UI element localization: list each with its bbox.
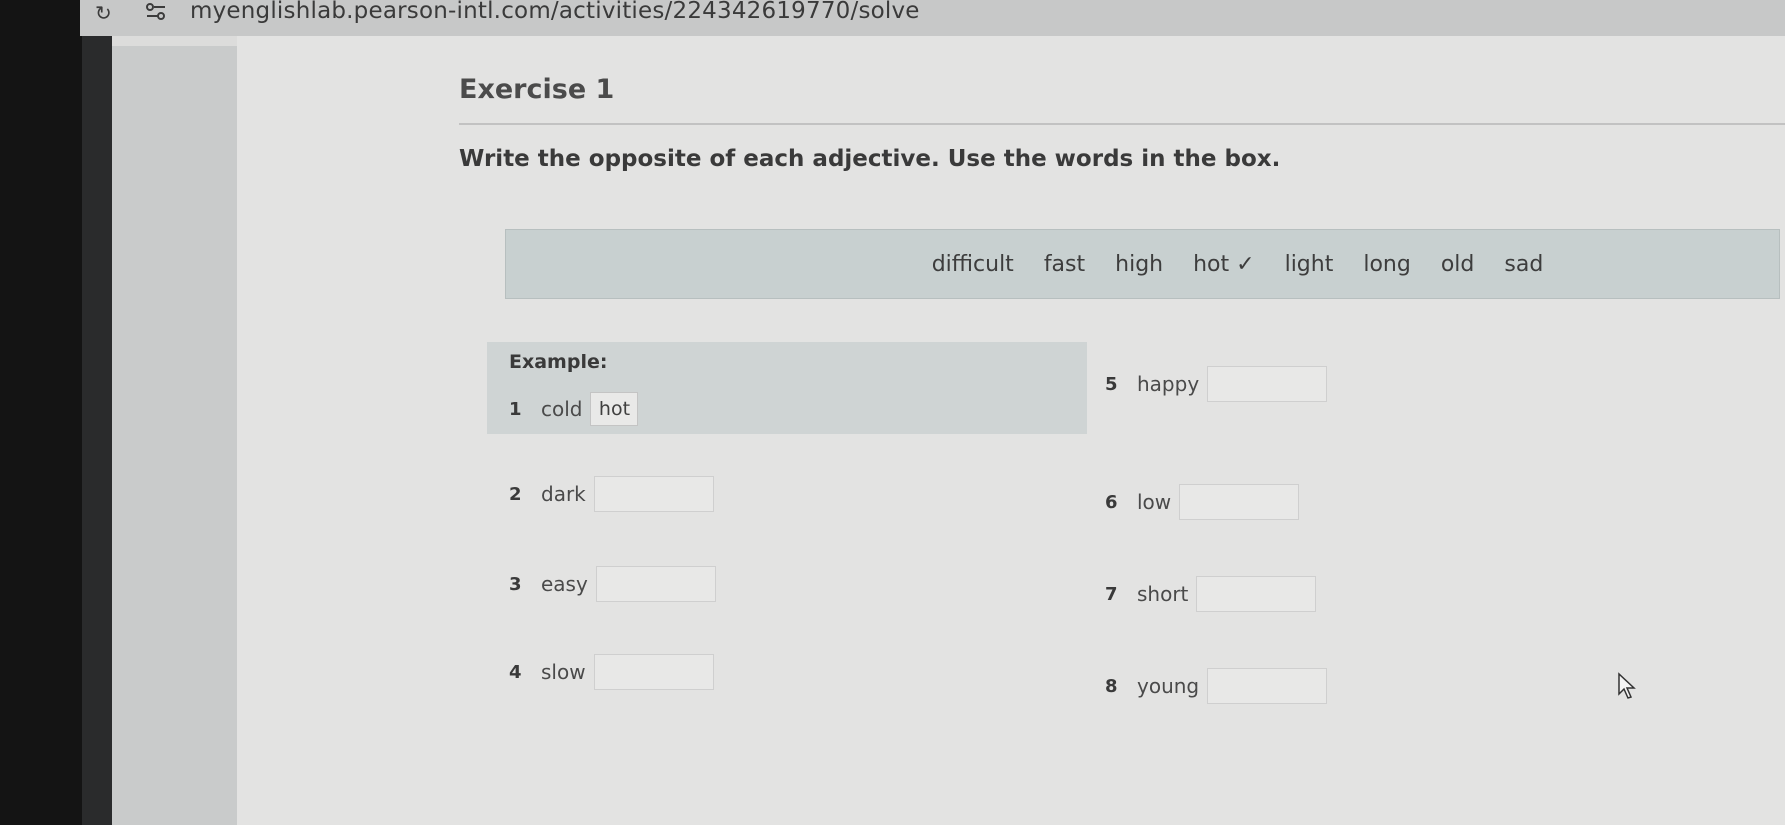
example-answer: hot — [590, 392, 639, 426]
word-box-item: sad — [1504, 251, 1544, 277]
answer-input[interactable] — [595, 566, 716, 602]
item-number: 4 — [509, 661, 522, 683]
exercise-title: Exercise 1 — [459, 74, 615, 105]
list-item: 7 short — [1105, 576, 1317, 612]
page: Exercise 1 Write the opposite of each ad… — [112, 36, 1785, 825]
word-box-item: difficult — [931, 251, 1014, 277]
reload-icon[interactable]: ↻ — [95, 2, 117, 24]
item-number: 7 — [1105, 583, 1118, 605]
word-box-item: long — [1363, 251, 1411, 277]
item-number: 3 — [509, 573, 522, 595]
list-item: 8 young — [1105, 668, 1328, 704]
item-number: 5 — [1105, 373, 1118, 395]
answer-input[interactable] — [593, 476, 714, 512]
word-box-item: old — [1440, 251, 1475, 277]
page-left-edge — [82, 36, 112, 825]
word-box-item: hot ✓ — [1193, 251, 1255, 277]
item-word: low — [1137, 490, 1172, 514]
left-gutter — [112, 46, 237, 825]
answer-input[interactable] — [1196, 576, 1317, 612]
screen-bezel — [0, 0, 82, 825]
item-word: short — [1137, 582, 1189, 606]
list-item: 2 dark — [509, 476, 714, 512]
item-word: young — [1137, 674, 1200, 698]
url-text[interactable]: myenglishlab.pearson-intl.com/activities… — [190, 0, 920, 24]
item-word: slow — [541, 660, 586, 684]
item-number: 6 — [1105, 491, 1118, 513]
item-word: happy — [1137, 372, 1200, 396]
item-word: dark — [541, 482, 586, 506]
word-box-item: fast — [1043, 251, 1086, 277]
word-box-item: light — [1284, 251, 1334, 277]
word-box-item: high — [1115, 251, 1164, 277]
item-word: cold — [541, 397, 583, 421]
exercise-content: Exercise 1 Write the opposite of each ad… — [237, 36, 1785, 825]
answer-input[interactable] — [1179, 484, 1300, 520]
mouse-pointer-icon — [1617, 672, 1639, 700]
title-divider — [459, 123, 1785, 125]
item-word: easy — [541, 572, 588, 596]
list-item: 4 slow — [509, 654, 714, 690]
example-label: Example: — [509, 351, 608, 373]
list-item: 6 low — [1105, 484, 1300, 520]
word-list: difficult fast high hot ✓ light long old… — [712, 252, 1574, 277]
answer-input[interactable] — [1207, 366, 1328, 402]
list-item: 5 happy — [1105, 366, 1328, 402]
example-item: 1 cold hot — [509, 392, 639, 426]
item-number: 8 — [1105, 675, 1118, 697]
list-item: 3 easy — [509, 566, 716, 602]
site-info-icon[interactable] — [145, 2, 167, 22]
word-box: difficult fast high hot ✓ light long old… — [505, 229, 1780, 299]
answer-input[interactable] — [593, 654, 714, 690]
answer-input[interactable] — [1207, 668, 1328, 704]
exercise-instructions: Write the opposite of each adjective. Us… — [459, 146, 1281, 172]
item-number: 1 — [509, 398, 522, 420]
item-number: 2 — [509, 483, 522, 505]
